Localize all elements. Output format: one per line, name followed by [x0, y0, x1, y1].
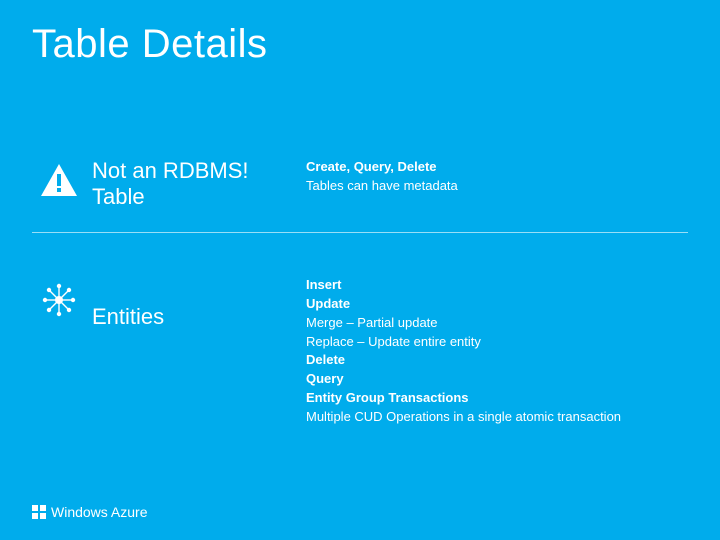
- entities-delete: Delete: [306, 351, 688, 370]
- entities-cud-note: Multiple CUD Operations in a single atom…: [306, 408, 688, 427]
- entities-merge-note: Merge – Partial update: [306, 314, 688, 333]
- entities-group-transactions: Entity Group Transactions: [306, 389, 688, 408]
- section-heading-line2: Table: [92, 184, 286, 210]
- table-create-query-delete: Create, Query, Delete: [306, 158, 688, 177]
- network-icon: [32, 276, 86, 320]
- divider: [32, 232, 688, 233]
- entities-insert: Insert: [306, 276, 688, 295]
- footer-brand-text: Windows Azure: [51, 504, 147, 520]
- entities-query: Query: [306, 370, 688, 389]
- entities-replace-note: Replace – Update entire entity: [306, 333, 688, 352]
- section-table: Not an RDBMS! Table Create, Query, Delet…: [32, 158, 688, 211]
- windows-logo-icon: [32, 505, 46, 519]
- footer-brand: Windows Azure: [32, 504, 147, 520]
- slide-title: Table Details: [32, 22, 268, 67]
- section-entities: Entities Insert Update Merge – Partial u…: [32, 276, 688, 427]
- warning-icon: [32, 158, 86, 198]
- table-metadata-note: Tables can have metadata: [306, 177, 688, 196]
- section-heading-entities: Entities: [92, 304, 286, 330]
- entities-update: Update: [306, 295, 688, 314]
- section-heading-line1: Not an RDBMS!: [92, 158, 286, 184]
